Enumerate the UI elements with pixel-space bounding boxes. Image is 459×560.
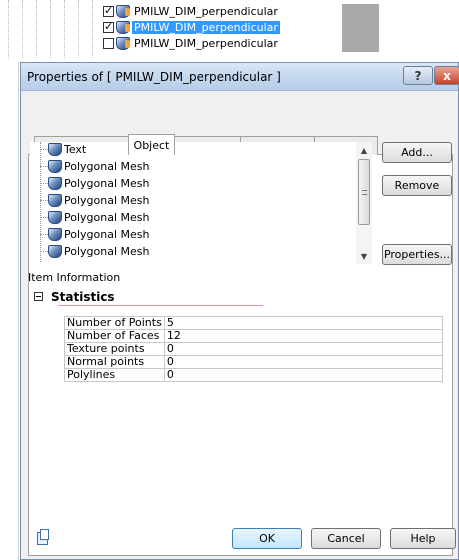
mesh-object-icon (116, 37, 130, 50)
statistics-grid: Number of Points 5 Number of Faces 12 Te… (64, 316, 443, 382)
visibility-checkbox[interactable] (103, 20, 114, 33)
list-scrollbar[interactable]: ▲ ▼ (356, 142, 372, 264)
list-item-label: Polygonal Mesh (64, 160, 150, 173)
titlebar-close-button[interactable]: x (434, 66, 459, 85)
tree-guide-line (64, 0, 65, 58)
list-item-label: Polygonal Mesh (64, 228, 150, 241)
collapse-icon[interactable] (34, 292, 43, 301)
tree-item[interactable]: PMILW_DIM_perpendicular (103, 4, 280, 19)
list-item-label: Polygonal Mesh (64, 177, 150, 190)
tree-guide-line (8, 0, 9, 58)
scroll-down-arrow-icon[interactable]: ▼ (356, 248, 372, 264)
list-item-label: Polygonal Mesh (64, 194, 150, 207)
list-item[interactable]: Polygonal Mesh (48, 227, 149, 242)
stat-value: 0 (163, 368, 443, 382)
list-item[interactable]: Polygonal Mesh (48, 159, 149, 174)
stat-value: 0 (163, 342, 443, 356)
statistics-group-header[interactable]: Statistics (28, 288, 453, 305)
ok-button[interactable]: OK (232, 528, 302, 549)
list-item-label: Polygonal Mesh (64, 211, 150, 224)
table-row: Texture points 0 (64, 342, 443, 356)
tree-guide-line (36, 0, 37, 58)
remove-button[interactable]: Remove (382, 175, 452, 196)
help-button[interactable]: Help (390, 528, 456, 549)
object-list[interactable]: Text Polygonal Mesh Polygonal Mesh Polyg… (30, 142, 372, 264)
table-row: Number of Points 5 (64, 316, 443, 330)
scroll-up-arrow-icon[interactable]: ▲ (356, 142, 372, 158)
polygonal-mesh-icon (48, 177, 62, 190)
stat-value: 5 (163, 316, 443, 330)
list-tree-line (40, 142, 41, 262)
item-information-label: Item Information (28, 271, 121, 284)
visibility-checkbox[interactable] (103, 4, 114, 17)
polygonal-mesh-icon (48, 211, 62, 224)
stat-key: Polylines (64, 368, 165, 382)
stat-key: Texture points (64, 342, 165, 356)
tree-item[interactable]: PMILW_DIM_perpendicular (103, 20, 280, 35)
list-item[interactable]: Polygonal Mesh (48, 210, 149, 225)
tree-item-label: PMILW_DIM_perpendicular (134, 37, 278, 50)
polygonal-mesh-icon (48, 194, 62, 207)
tree-guide-line (22, 0, 23, 58)
stat-value: 12 (163, 329, 443, 343)
stat-key: Normal points (64, 355, 165, 369)
mesh-object-icon (116, 21, 130, 34)
titlebar-help-button[interactable]: ? (403, 66, 433, 85)
mesh-object-icon (116, 5, 130, 18)
visibility-checkbox[interactable] (103, 38, 114, 49)
table-row: Normal points 0 (64, 355, 443, 369)
list-item[interactable]: Polygonal Mesh (48, 193, 149, 208)
polygonal-mesh-icon (48, 160, 62, 173)
dialog-titlebar[interactable]: Properties of [ PMILW_DIM_perpendicular … (21, 63, 459, 91)
stat-key: Number of Faces (64, 329, 165, 343)
cancel-button[interactable]: Cancel (311, 528, 381, 549)
table-row: Polylines 0 (64, 368, 443, 382)
properties-button[interactable]: Properties... (382, 244, 452, 265)
group-underline (58, 305, 263, 306)
scroll-thumb[interactable] (358, 159, 370, 225)
copy-page-icon[interactable] (37, 529, 49, 545)
preview-thumbnail (342, 4, 379, 52)
tree-item-label-selected: PMILW_DIM_perpendicular (132, 21, 280, 34)
stat-key: Number of Points (64, 316, 165, 330)
tree-guide-line (92, 0, 93, 58)
grip-icon (362, 190, 367, 195)
polygonal-mesh-icon (48, 245, 62, 258)
dialog-title: Properties of [ PMILW_DIM_perpendicular … (27, 70, 281, 84)
tree-guide-line (50, 0, 51, 58)
tree-item[interactable]: PMILW_DIM_perpendicular (103, 36, 280, 51)
tab-object[interactable]: Object (127, 134, 176, 155)
tree-guide-line (78, 0, 79, 58)
statistics-title: Statistics (51, 289, 115, 304)
table-row: Number of Faces 12 (64, 329, 443, 343)
stat-value: 0 (163, 355, 443, 369)
list-item-label: Polygonal Mesh (64, 245, 150, 258)
tree-item-label: PMILW_DIM_perpendicular (134, 5, 278, 18)
polygonal-mesh-icon (48, 228, 62, 241)
list-item[interactable]: Polygonal Mesh (48, 176, 149, 191)
list-item[interactable]: Text (48, 142, 86, 157)
list-item[interactable]: Polygonal Mesh (48, 244, 149, 259)
add-button[interactable]: Add... (382, 142, 452, 163)
model-tree-background: PMILW_DIM_perpendicular PMILW_DIM_perpen… (0, 0, 459, 58)
text-object-icon (48, 143, 62, 156)
list-item-label: Text (64, 143, 87, 156)
background-panel-edge (0, 62, 20, 560)
